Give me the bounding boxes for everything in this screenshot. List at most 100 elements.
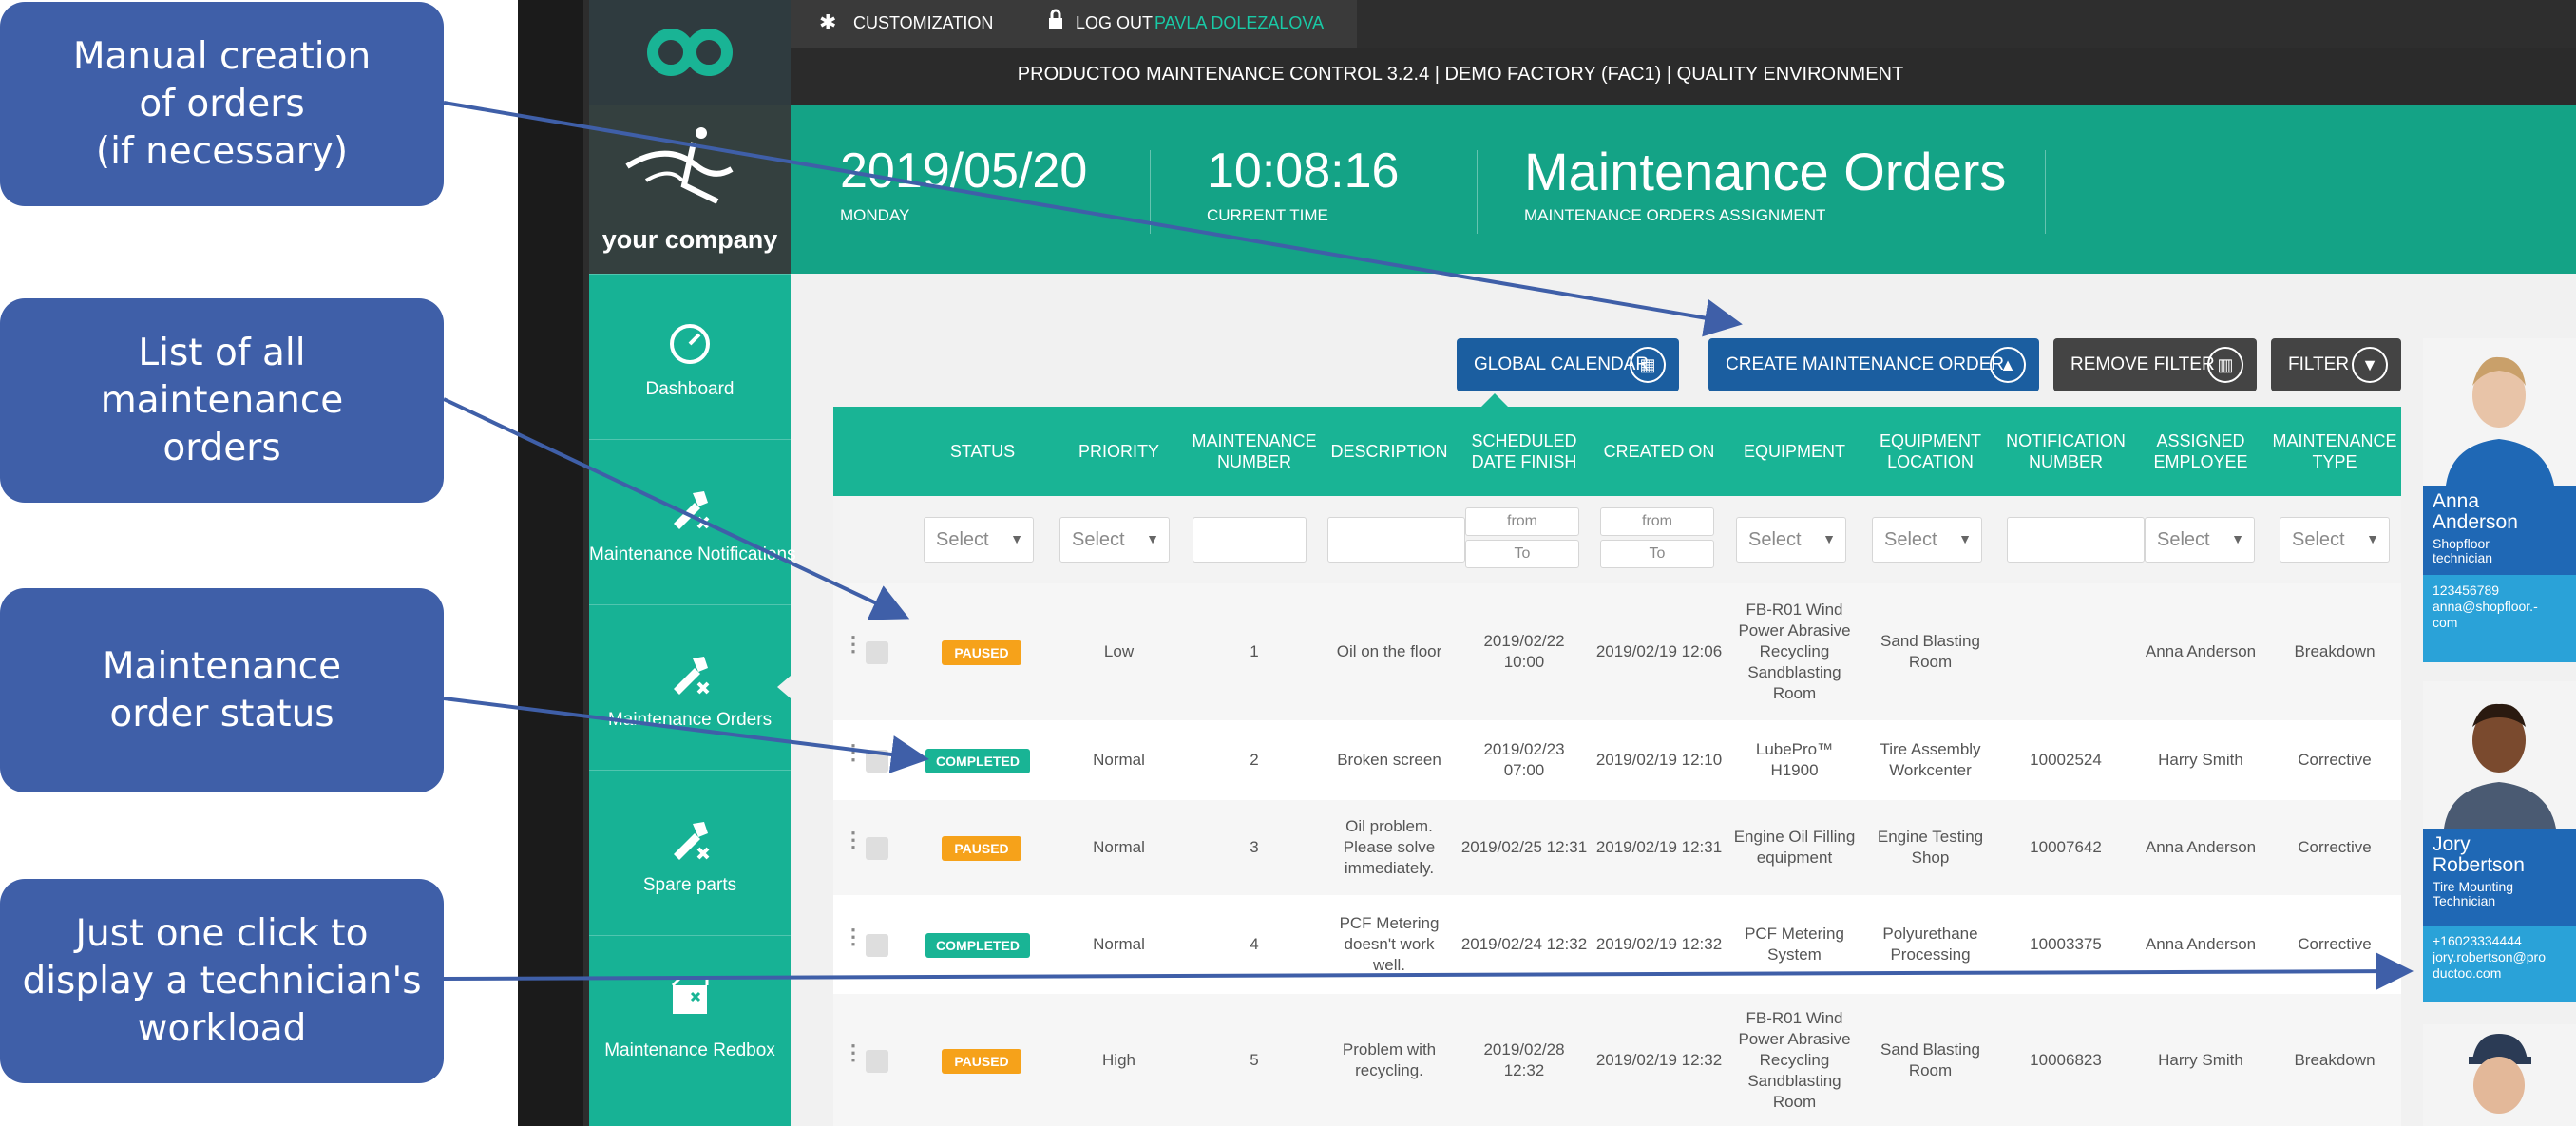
speedometer-icon [589, 322, 791, 373]
description-cell: Problem with recycling. [1342, 1040, 1437, 1079]
select-placeholder: Select [2157, 528, 2210, 550]
employee-card-contact: 123456789 anna@shopfloor.- com [2423, 575, 2576, 662]
column-header-maintenance-number[interactable]: MAINTENANCE NUMBER [1187, 407, 1322, 496]
drag-handle-icon[interactable]: ⋮ [843, 634, 864, 655]
priority-cell: High [1102, 1051, 1135, 1069]
top-bar: ✱ CUSTOMIZATION LOG OUT PAVLA DOLEZALOVA [791, 0, 2576, 48]
customization-link[interactable]: CUSTOMIZATION [853, 13, 993, 33]
employee-card-name[interactable]: Anna Anderson Shopfloor technician [2423, 486, 2576, 575]
equipment-cell: Engine Oil Filling equipment [1733, 828, 1856, 867]
infinity-logo-icon [647, 29, 733, 76]
column-header-assigned-employee[interactable]: ASSIGNED EMPLOYEE [2133, 407, 2268, 496]
equipment-cell: FB-R01 Wind Power Abrasive Recycling San… [1738, 1009, 1851, 1111]
status-badge: COMPLETED [925, 749, 1030, 773]
app-logo[interactable] [589, 0, 791, 105]
sidebar-item-maintenance-orders[interactable]: Maintenance Orders [589, 604, 791, 770]
table-row[interactable]: ⋮ COMPLETED Normal 2 Broken screen 2019/… [833, 722, 2401, 800]
caret-down-icon: ▼ [2231, 531, 2244, 546]
equipment-filter-select[interactable]: Select ▼ [1736, 517, 1846, 563]
column-header-created-on[interactable]: CREATED ON [1592, 407, 1727, 496]
box-icon [589, 976, 791, 1025]
callout-list-orders: List of all maintenance orders [0, 298, 444, 503]
scheduled-cell: 2019/02/22 10:00 [1483, 632, 1565, 671]
employee-cell[interactable]: Anna Anderson [2133, 897, 2268, 992]
column-header-scheduled-date-finish[interactable]: SCHEDULED DATE FINISH [1457, 407, 1592, 496]
row-checkbox[interactable] [866, 837, 888, 860]
header-divider [2045, 150, 2046, 234]
description-filter-input[interactable] [1327, 517, 1465, 563]
location-cell: Engine Testing Shop [1877, 828, 1984, 867]
active-indicator [777, 676, 791, 698]
sidebar-item-maintenance-notifications[interactable]: Maintenance Notifications [589, 439, 796, 604]
employee-photo-avatar[interactable] [2423, 338, 2576, 486]
status-badge: PAUSED [942, 640, 1021, 665]
maintenance-number-filter-input[interactable] [1193, 517, 1307, 563]
filter-button[interactable]: FILTER ▼ [2271, 338, 2401, 391]
row-checkbox[interactable] [866, 1050, 888, 1073]
column-header-status[interactable]: STATUS [914, 407, 1051, 496]
row-checkbox[interactable] [866, 641, 888, 664]
table-row[interactable]: ⋮ PAUSED High 5 Problem with recycling. … [833, 994, 2401, 1126]
table-row[interactable]: ⋮ PAUSED Low 1 Oil on the floor 2019/02/… [833, 583, 2401, 722]
row-checkbox[interactable] [866, 934, 888, 957]
person-icon [2423, 338, 2576, 486]
employee-photo-avatar[interactable] [2423, 681, 2576, 829]
column-header-maintenance-type[interactable]: MAINTENANCE TYPE [2268, 407, 2401, 496]
scheduled-to-input[interactable]: To [1465, 540, 1579, 568]
employee-name: Jory Robertson [2433, 833, 2525, 876]
drag-handle-icon[interactable]: ⋮ [843, 742, 864, 763]
column-header-priority[interactable]: PRIORITY [1051, 407, 1187, 496]
column-header-description[interactable]: DESCRIPTION [1322, 407, 1457, 496]
employee-filter-select[interactable]: Select ▼ [2145, 517, 2255, 563]
location-filter-select[interactable]: Select ▼ [1872, 517, 1982, 563]
drag-handle-icon[interactable]: ⋮ [843, 926, 864, 947]
scheduled-cell: 2019/02/28 12:32 [1483, 1040, 1565, 1079]
notification-number-filter-input[interactable] [2007, 517, 2145, 563]
person-icon [2423, 681, 2576, 829]
logout-link[interactable]: LOG OUT [1076, 13, 1153, 33]
column-header-notification-number[interactable]: NOTIFICATION NUMBER [1998, 407, 2133, 496]
number-cell: 3 [1250, 838, 1259, 856]
created-cell: 2019/02/19 12:32 [1595, 935, 1723, 953]
employee-cell[interactable]: Harry Smith [2133, 722, 2268, 798]
sidebar-item-label: Maintenance Orders [607, 710, 773, 730]
created-to-input[interactable]: To [1600, 540, 1714, 568]
employee-cell[interactable]: Anna Anderson [2133, 800, 2268, 895]
employee-name: Anna Anderson [2433, 490, 2518, 533]
status-filter-select[interactable]: Select ▼ [924, 517, 1034, 563]
page: Manual creation of orders (if necessary)… [0, 0, 2576, 1126]
scheduled-cell: 2019/02/24 12:32 [1460, 935, 1588, 953]
column-header-equipment[interactable]: EQUIPMENT [1727, 407, 1862, 496]
remove-filter-button[interactable]: REMOVE FILTER ▥ [2053, 338, 2257, 391]
column-header-equipment-location[interactable]: EQUIPMENT LOCATION [1862, 407, 1998, 496]
created-from-input[interactable]: from [1600, 507, 1714, 536]
employee-photo-avatar[interactable] [2423, 1024, 2576, 1126]
created-cell: 2019/02/19 12:31 [1595, 838, 1723, 856]
table-row[interactable]: ⋮ PAUSED Normal 3 Oil problem. Please so… [833, 800, 2401, 897]
location-cell: Sand Blasting Room [1880, 632, 1980, 671]
drag-handle-icon[interactable]: ⋮ [843, 1042, 864, 1063]
employee-cell[interactable]: Harry Smith [2133, 994, 2268, 1126]
caret-down-icon: ▼ [1010, 531, 1023, 546]
global-calendar-button[interactable]: GLOBAL CALENDAR ▦ [1457, 338, 1679, 391]
system-title-bar: PRODUCTOO MAINTENANCE CONTROL 3.2.4 | DE… [791, 48, 2576, 105]
sidebar-item-dashboard[interactable]: Dashboard [589, 274, 791, 439]
table-row[interactable]: ⋮ COMPLETED Normal 4 PCF Metering doesn'… [833, 897, 2401, 994]
sidebar-item-maintenance-redbox[interactable]: Maintenance Redbox [589, 935, 791, 1100]
type-filter-select[interactable]: Select ▼ [2280, 517, 2390, 563]
employee-cell[interactable]: Anna Anderson [2133, 583, 2268, 720]
scheduled-from-input[interactable]: from [1465, 507, 1579, 536]
type-cell: Corrective [2298, 751, 2372, 769]
drag-handle-icon[interactable]: ⋮ [843, 830, 864, 850]
company-logo-icon [625, 127, 734, 204]
monitor-bezel [518, 0, 589, 1126]
priority-filter-select[interactable]: Select ▼ [1059, 517, 1170, 563]
global-calendar-label: GLOBAL CALENDAR [1474, 354, 1650, 374]
lock-icon [1047, 9, 1064, 36]
type-cell: Corrective [2298, 935, 2372, 953]
company-name: your company [601, 225, 778, 254]
employee-card-name[interactable]: Jory Robertson Tire Mounting Technician [2423, 829, 2576, 926]
create-maintenance-order-button[interactable]: CREATE MAINTENANCE ORDER ▲ [1708, 338, 2039, 391]
sidebar-item-spare-parts[interactable]: Spare parts [589, 770, 791, 935]
row-checkbox[interactable] [866, 750, 888, 773]
